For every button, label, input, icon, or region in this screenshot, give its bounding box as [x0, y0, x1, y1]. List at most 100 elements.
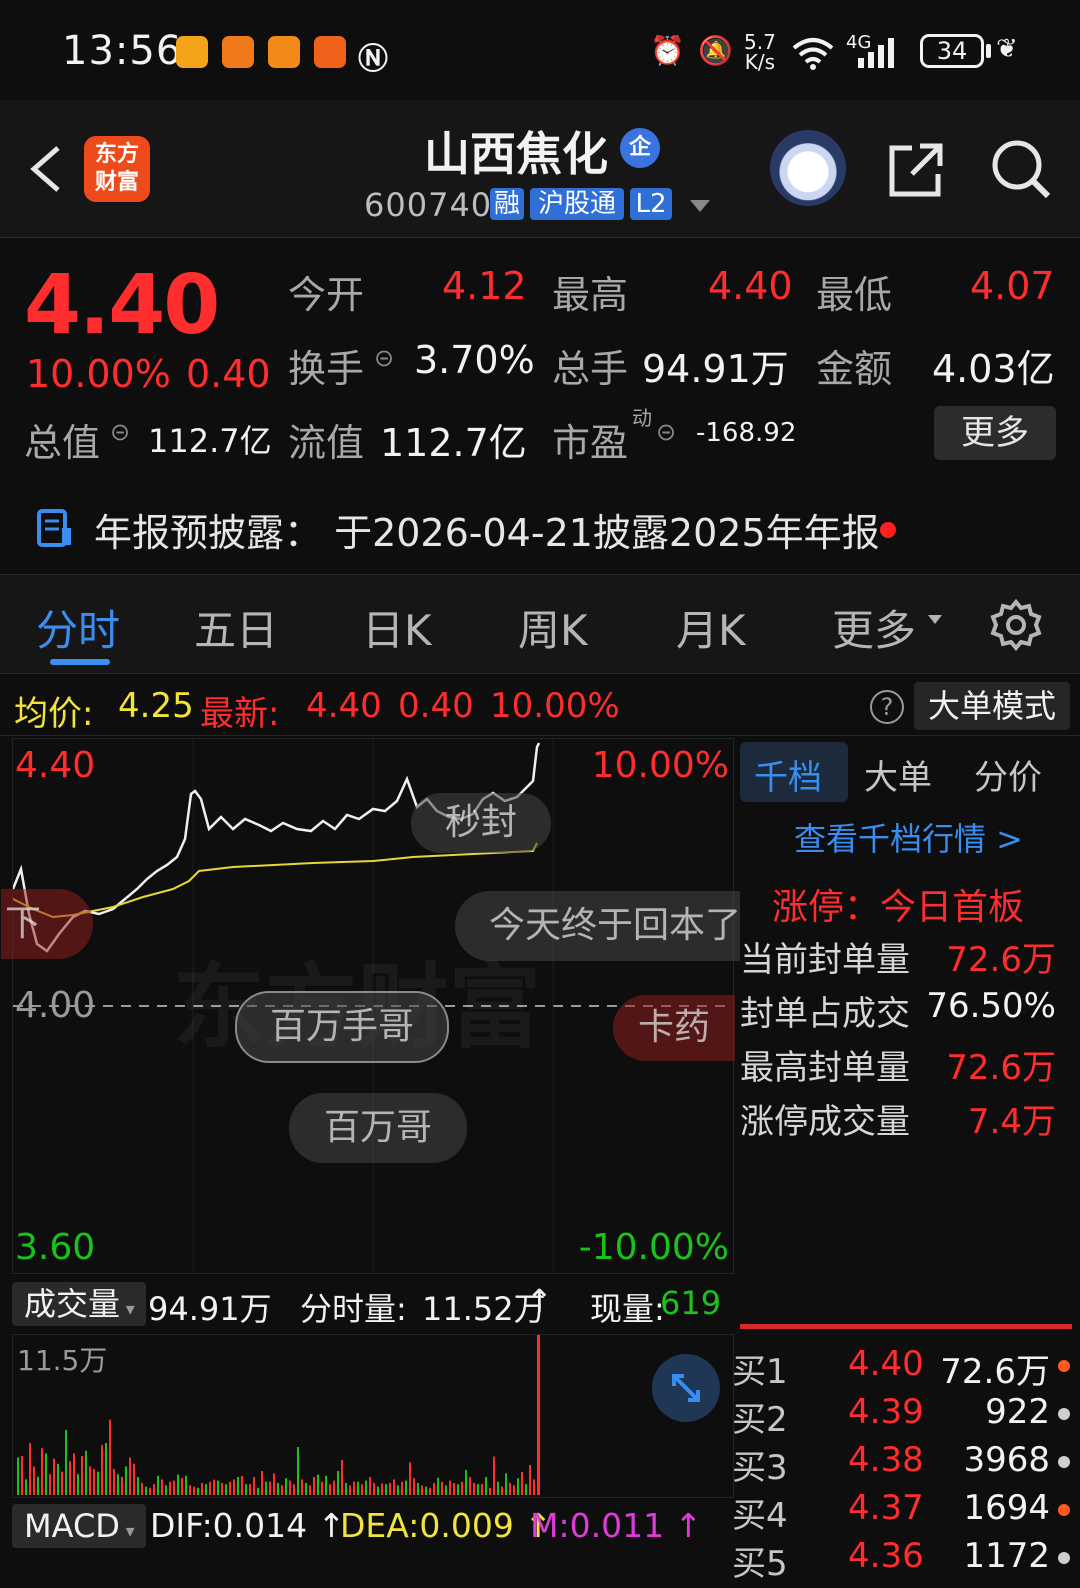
annual-report-notice[interactable]: 年报预披露： 于2026-04-21披露2025年年报 — [0, 488, 1080, 572]
weibo-icon — [176, 36, 208, 68]
volume-bar — [185, 1475, 187, 1495]
volume-bar — [81, 1456, 83, 1495]
tab-weekly-k[interactable]: 周K — [518, 597, 588, 658]
pct-axis-bottom: -10.00% — [578, 1227, 729, 1268]
volume-bar — [349, 1485, 351, 1495]
comment-bubble[interactable]: 百万哥 — [289, 1093, 467, 1163]
volume-bar — [33, 1466, 35, 1495]
orderbook-row[interactable]: 买5 4.36 1172 — [732, 1536, 1080, 1584]
volume-bar — [533, 1479, 535, 1495]
pe-value: -168.92 — [696, 418, 797, 448]
stock-code[interactable]: 600740 — [364, 186, 492, 224]
volume-bar — [405, 1480, 407, 1495]
volume-bar — [17, 1457, 19, 1495]
volume-bar — [53, 1458, 55, 1495]
tab-five-day[interactable]: 五日 — [194, 597, 278, 658]
volume-bar — [189, 1485, 191, 1495]
tab-thousand-levels[interactable]: 千档 — [754, 750, 822, 799]
orderbook-dot — [1058, 1504, 1070, 1516]
volume-bar — [361, 1484, 363, 1495]
volume-bar — [257, 1487, 259, 1495]
volume-bar — [213, 1479, 215, 1495]
volume-bar — [181, 1478, 183, 1495]
comment-bubble[interactable]: 下 — [1, 889, 93, 959]
current-volume-label: 现量: — [590, 1290, 665, 1328]
share-icon[interactable] — [886, 140, 946, 200]
volume-bar — [61, 1471, 63, 1495]
comment-bubble[interactable]: 秒封 — [411, 793, 551, 853]
volume-bar — [201, 1483, 203, 1495]
status-bar: 13:56 Ⓝ ⏰ 🔕 5.7 K/s 4G 34 ❦ — [0, 0, 1080, 100]
tab-daily-k[interactable]: 日K — [362, 597, 432, 658]
eastmoney-logo: 东方 财富 — [84, 136, 150, 202]
battery-indicator: 34 — [920, 34, 984, 68]
orderbook-price: 4.38 — [848, 1440, 924, 1480]
volume-bar — [301, 1479, 303, 1495]
tab-more[interactable]: 更多 — [832, 597, 916, 658]
volume-bar — [509, 1483, 511, 1495]
comment-bubble[interactable]: 百万手哥 — [235, 991, 449, 1063]
volume-bar — [345, 1483, 347, 1495]
volume-bar — [477, 1484, 479, 1495]
orderbook-volume: 72.6万 — [940, 1352, 1050, 1392]
volume-bar — [205, 1484, 207, 1495]
expand-icon — [672, 1374, 700, 1402]
mktcap-value: 112.7亿 — [148, 422, 272, 460]
chart-info-bar: 均价: 4.25 最新: 4.40 0.40 10.00% ? 大单模式 — [0, 676, 1080, 736]
volume-bar — [441, 1481, 443, 1495]
macd-dropdown[interactable]: MACD ▾ — [12, 1504, 146, 1548]
volume-bar — [45, 1453, 47, 1495]
orderbook-row[interactable]: 买1 4.40 72.6万 — [732, 1344, 1080, 1392]
orderbook-row[interactable]: 买3 4.38 3968 — [732, 1440, 1080, 1488]
search-icon[interactable] — [990, 138, 1052, 200]
orderbook-row[interactable]: 买4 4.37 1694 — [732, 1488, 1080, 1536]
level2-tabs: 千档 大单 分价 — [740, 738, 1080, 804]
info-icon[interactable]: ⊝ — [374, 344, 394, 372]
tab-big-orders[interactable]: 大单 — [864, 750, 932, 799]
tab-price-distribution[interactable]: 分价 — [974, 750, 1042, 799]
volume-bar — [241, 1475, 243, 1495]
orderbook-dot — [1058, 1552, 1070, 1564]
info-icon[interactable]: ⊝ — [656, 418, 676, 446]
volume-bar — [77, 1474, 79, 1495]
info-icon[interactable]: ⊝ — [110, 418, 130, 446]
volume-max-label: 11.5万 — [17, 1344, 108, 1377]
robot-assistant-avatar[interactable] — [770, 130, 846, 206]
volume-bar — [277, 1483, 279, 1495]
volume-bar — [469, 1477, 471, 1495]
more-button[interactable]: 更多 — [934, 406, 1056, 460]
comment-bubble[interactable]: 卡药 — [613, 995, 735, 1061]
volume-bar — [481, 1484, 483, 1495]
back-icon[interactable] — [28, 144, 64, 194]
volume-value: 94.91万 — [642, 347, 789, 391]
latest-percent: 10.00% — [490, 686, 620, 726]
volume-bar — [393, 1479, 395, 1495]
indicator-dropdown[interactable]: 成交量 ▾ — [12, 1282, 146, 1326]
current-volume: 619 — [660, 1284, 722, 1322]
big-order-mode-button[interactable]: 大单模式 — [914, 682, 1070, 730]
volume-bar — [537, 1335, 540, 1495]
turnover-value: 3.70% — [414, 338, 535, 382]
volume-bar — [57, 1463, 59, 1495]
intraday-chart[interactable]: 东方财富 4.40 4.00 3.60 10.00% -10.00% 秒封 今天… — [1, 738, 745, 1274]
volume-bar — [289, 1480, 291, 1495]
volume-bar — [489, 1487, 491, 1495]
view-thousand-levels-link[interactable]: 查看千档行情 > — [794, 814, 1023, 860]
volume-bar — [165, 1485, 167, 1495]
help-icon[interactable]: ? — [870, 690, 904, 724]
tab-monthly-k[interactable]: 月K — [676, 597, 746, 658]
comment-bubble[interactable]: 今天终于回本了 — [455, 891, 745, 961]
volume-bar — [141, 1483, 143, 1495]
chevron-down-icon[interactable] — [690, 200, 710, 212]
pe-dynamic-sup: 动 — [632, 406, 652, 430]
expand-button[interactable] — [652, 1354, 720, 1422]
tab-intraday[interactable]: 分时 — [36, 597, 120, 658]
status-time: 13:56 — [62, 28, 183, 74]
gear-icon[interactable] — [990, 599, 1042, 651]
volume-chart[interactable]: 11.5万 — [12, 1334, 734, 1498]
volume-bar — [505, 1473, 507, 1495]
max-seal-value: 72.6万 — [946, 1048, 1056, 1088]
orderbook-row[interactable]: 买2 4.39 922 — [732, 1392, 1080, 1440]
mktcap-label: 总值 — [24, 421, 101, 465]
avg-label: 均价: — [14, 694, 94, 734]
